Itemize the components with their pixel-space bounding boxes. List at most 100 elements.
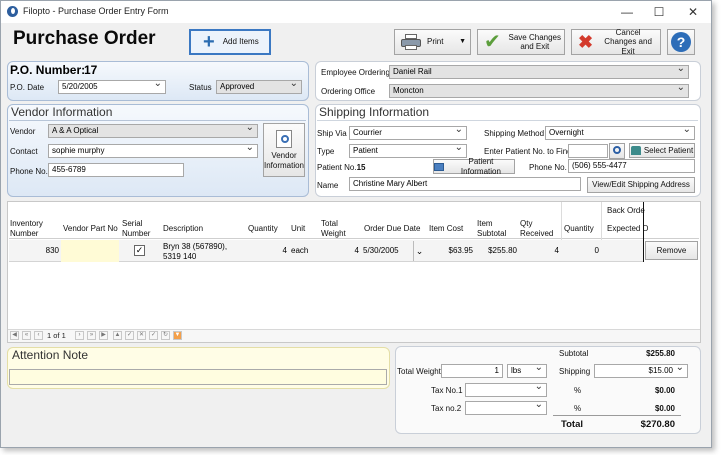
cell-unit[interactable]: each: [291, 246, 319, 266]
cell-description[interactable]: Bryn 38 (567890), 5319 140: [163, 242, 245, 262]
ship-via-label: Ship Via: [317, 129, 347, 138]
view-edit-shipping-address-button[interactable]: View/Edit Shipping Address: [587, 177, 695, 193]
patient-group-icon: [630, 146, 641, 155]
shipping-amount-dropdown[interactable]: $15.00: [594, 364, 688, 378]
document-search-icon: [276, 130, 292, 149]
patient-name-field[interactable]: Christine Mary Albert: [349, 177, 581, 191]
contact-label: Contact: [10, 147, 38, 156]
cell-qty-received[interactable]: 4: [519, 246, 559, 266]
col-item-subtotal[interactable]: Item Subtotal: [477, 219, 513, 239]
prev-page-icon[interactable]: «: [22, 331, 31, 340]
vendor-dropdown[interactable]: A & A Optical: [48, 124, 258, 138]
find-patient-button[interactable]: [609, 143, 625, 159]
serial-number-checkbox[interactable]: ✓: [134, 245, 145, 256]
total-value: $270.80: [640, 419, 675, 430]
col-vendor-part-no[interactable]: Vendor Part No: [63, 224, 118, 234]
po-number-value: 17: [84, 63, 98, 77]
contact-dropdown[interactable]: sophie murphy: [48, 144, 258, 158]
cell-quantity[interactable]: 4: [247, 246, 287, 266]
shipping-method-dropdown[interactable]: Overnight: [545, 126, 695, 140]
col-order-due-date[interactable]: Order Due Date: [364, 224, 420, 234]
tax1-dropdown[interactable]: [465, 383, 547, 397]
select-patient-button[interactable]: Select Patient: [629, 143, 695, 158]
subtotal-label: Subtotal: [559, 349, 589, 358]
shipping-divider: [317, 120, 698, 121]
tax2-amount: $0.00: [654, 404, 675, 413]
total-weight-field[interactable]: 1: [441, 364, 503, 378]
attention-note-field[interactable]: [9, 369, 387, 385]
total-divider: [553, 415, 681, 416]
employee-ordering-dropdown[interactable]: Daniel Rail: [389, 65, 689, 79]
ordering-office-label: Ordering Office: [321, 87, 376, 96]
minimize-button[interactable]: —: [611, 1, 643, 23]
last-record-icon[interactable]: ▶: [99, 331, 108, 340]
tax1-percent: %: [574, 386, 582, 395]
close-window-button[interactable]: ✕: [677, 1, 709, 23]
tax2-dropdown[interactable]: [465, 401, 547, 415]
cell-total-weight[interactable]: 4: [321, 246, 359, 266]
col-item-cost[interactable]: Item Cost: [429, 224, 463, 234]
status-dropdown[interactable]: Approved: [216, 80, 302, 94]
ship-via-dropdown[interactable]: Courrier: [349, 126, 467, 140]
cell-order-due-date[interactable]: 5/30/2005: [363, 246, 413, 266]
filter-icon[interactable]: ▼: [173, 331, 182, 340]
due-date-dropdown-icon[interactable]: ⌄: [413, 241, 425, 261]
select-patient-label: Select Patient: [643, 145, 694, 155]
maximize-button[interactable]: ☐: [643, 1, 675, 23]
total-label: Total: [561, 419, 583, 430]
weight-unit-dropdown[interactable]: lbs: [507, 364, 547, 378]
dropdown-arrow-icon: ▼: [459, 38, 466, 45]
cancel-label: Cancel Changes and Exit: [604, 28, 652, 56]
add-record-icon[interactable]: ▲: [113, 331, 122, 340]
vendor-phone-field[interactable]: 455-6789: [48, 163, 184, 177]
printer-icon: [401, 34, 421, 50]
total-weight-label: Total Weight: [397, 367, 441, 376]
shipping-section-title: Shipping Information: [319, 105, 430, 119]
help-button[interactable]: ?: [667, 29, 695, 55]
cancel-edit-icon[interactable]: ✓: [149, 331, 158, 340]
cell-item-subtotal[interactable]: $255.80: [475, 246, 517, 266]
next-page-icon[interactable]: »: [87, 331, 96, 340]
col-serial-number[interactable]: Serial Number: [122, 219, 152, 239]
prev-record-icon[interactable]: ‹: [34, 331, 43, 340]
po-date-picker[interactable]: 5/20/2005: [58, 80, 166, 94]
status-label: Status: [189, 83, 212, 92]
col-total-weight[interactable]: Total Weight: [321, 219, 351, 239]
save-and-exit-button[interactable]: ✔ Save Changes and Exit: [477, 29, 565, 55]
col-qty-received[interactable]: Qty Received: [520, 219, 556, 239]
vendor-information-label: Vendor Information: [263, 151, 305, 170]
x-cancel-icon: ✖: [578, 32, 594, 52]
ordering-office-dropdown[interactable]: Moncton: [389, 84, 689, 98]
col-unit[interactable]: Unit: [291, 224, 305, 234]
subtotal-value: $255.80: [646, 349, 675, 358]
shipping-phone-field[interactable]: (506) 555-4477: [568, 159, 695, 173]
col-back-order-quantity[interactable]: Quantity: [564, 224, 594, 234]
col-description[interactable]: Description: [163, 224, 203, 234]
shipping-total-label: Shipping: [559, 367, 591, 376]
find-patient-input[interactable]: [568, 144, 608, 158]
edit-record-icon[interactable]: ✓: [125, 331, 134, 340]
help-icon: ?: [671, 32, 691, 52]
add-items-button[interactable]: + Add Items: [189, 29, 271, 55]
delete-record-icon[interactable]: ✕: [137, 331, 146, 340]
refresh-icon[interactable]: ↻: [161, 331, 170, 340]
patient-information-button[interactable]: Patient Information: [433, 157, 515, 176]
col-expected-date[interactable]: Expected D: [607, 224, 648, 234]
cell-item-cost[interactable]: $63.95: [427, 246, 473, 266]
cell-inventory-number[interactable]: 830: [9, 246, 59, 266]
cell-vendor-part-no[interactable]: [63, 246, 117, 266]
cancel-and-exit-button[interactable]: ✖ Cancel Changes and Exit: [571, 28, 661, 56]
magnifier-icon: [613, 146, 621, 154]
id-card-icon: [434, 162, 444, 171]
patient-no-value: 15: [356, 163, 366, 172]
type-dropdown[interactable]: Patient: [349, 144, 467, 158]
cell-back-order-quantity[interactable]: 0: [563, 246, 599, 266]
vendor-information-button[interactable]: Vendor Information: [263, 123, 305, 177]
col-quantity[interactable]: Quantity: [248, 224, 278, 234]
next-record-icon[interactable]: ›: [75, 331, 84, 340]
print-label: Print: [427, 37, 444, 47]
remove-row-button[interactable]: Remove: [645, 241, 698, 260]
col-inventory-number[interactable]: Inventory Number: [10, 219, 54, 239]
first-record-icon[interactable]: ◀: [10, 331, 19, 340]
print-button[interactable]: Print ▼: [394, 29, 471, 55]
